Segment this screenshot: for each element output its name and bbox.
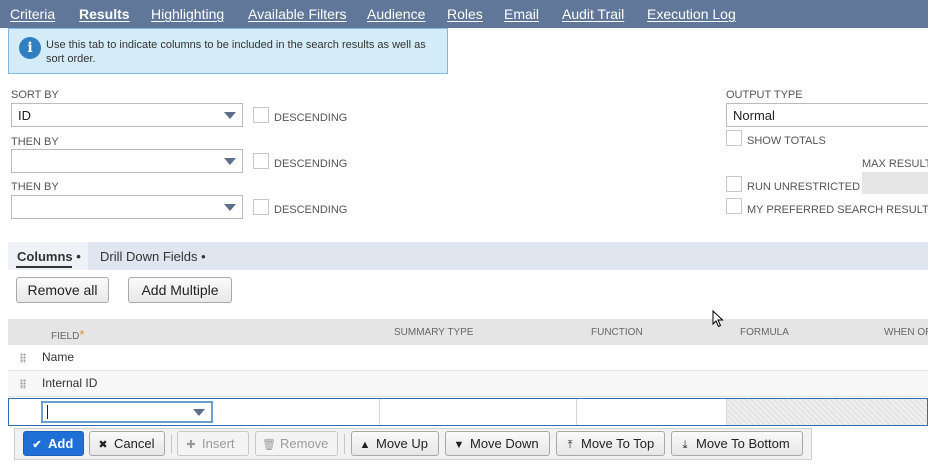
- then-by-select-1[interactable]: [11, 149, 243, 173]
- move-to-bottom-button[interactable]: ⤓ Move To Bottom: [671, 431, 803, 456]
- edit-cell-formula-disabled: [727, 399, 927, 425]
- chevron-down-icon: [193, 409, 205, 416]
- toolbar-divider: [171, 434, 172, 454]
- move-to-bottom-icon: ⤓: [682, 439, 688, 451]
- sort-by-value: ID: [18, 108, 31, 123]
- info-banner-text: Use this tab to indicate columns to be i…: [46, 39, 426, 65]
- sort-by-label: SORT BY: [11, 89, 59, 101]
- field-select[interactable]: [41, 401, 213, 423]
- arrow-down-icon: ▼: [453, 439, 465, 451]
- column-header-function: FUNCTION: [591, 327, 643, 338]
- edit-cell-summary-type[interactable]: [380, 399, 577, 425]
- run-unrestricted-label: RUN UNRESTRICTED: [747, 181, 861, 193]
- output-type-value: Normal: [733, 108, 775, 123]
- output-type-select[interactable]: Normal: [726, 103, 928, 127]
- subtab-columns[interactable]: Columns •: [17, 249, 81, 264]
- chevron-down-icon: [224, 112, 236, 119]
- descending-label-3: DESCENDING: [274, 204, 348, 216]
- then-by-label-1: THEN BY: [11, 136, 59, 148]
- tab-email[interactable]: Email: [504, 6, 539, 22]
- tab-highlighting[interactable]: Highlighting: [151, 6, 224, 22]
- toolbar-divider: [344, 434, 345, 454]
- then-by-label-2: THEN BY: [11, 181, 59, 193]
- column-header-field: FIELD*: [51, 327, 85, 342]
- chevron-down-icon: [224, 204, 236, 211]
- info-icon: i: [19, 37, 41, 59]
- preferred-results-label: MY PREFERRED SEARCH RESULTS: [747, 204, 928, 216]
- descending-checkbox-2[interactable]: [253, 153, 269, 169]
- preferred-results-checkbox[interactable]: [726, 198, 742, 214]
- move-to-top-icon: ⤒: [567, 439, 573, 451]
- descending-label-1: DESCENDING: [274, 112, 348, 124]
- insert-button[interactable]: ✚ Insert: [177, 431, 249, 456]
- descending-checkbox-3[interactable]: [253, 199, 269, 215]
- table-row[interactable]: [8, 345, 928, 371]
- add-button[interactable]: ✔ Add: [23, 431, 84, 456]
- sort-by-select[interactable]: ID: [11, 103, 243, 127]
- arrow-up-icon: ▲: [359, 439, 371, 451]
- text-cursor: [47, 405, 48, 419]
- max-results-label: MAX RESULT: [862, 158, 928, 170]
- show-totals-label: SHOW TOTALS: [747, 135, 826, 147]
- subtab-drill-down-fields[interactable]: Drill Down Fields •: [100, 249, 206, 264]
- remove-all-button[interactable]: Remove all: [16, 277, 109, 303]
- field-cell: Internal ID: [42, 376, 98, 390]
- column-header-summary-type: SUMMARY TYPE: [394, 327, 474, 338]
- move-to-top-button[interactable]: ⤒ Move To Top: [556, 431, 665, 456]
- column-header-when-ordered: WHEN OR: [884, 327, 928, 338]
- field-cell: Name: [42, 350, 75, 364]
- then-by-select-2[interactable]: [11, 195, 243, 219]
- run-unrestricted-checkbox[interactable]: [726, 176, 742, 192]
- descending-checkbox-1[interactable]: [253, 107, 269, 123]
- output-type-label: OUTPUT TYPE: [726, 89, 803, 101]
- drag-handle-icon[interactable]: [20, 353, 26, 363]
- subtab-active-indicator: [16, 266, 72, 268]
- trash-icon: 🗑: [262, 439, 276, 451]
- column-header-formula: FORMULA: [740, 327, 789, 338]
- tab-criteria[interactable]: Criteria: [10, 6, 55, 22]
- table-row[interactable]: [8, 371, 928, 397]
- descending-label-2: DESCENDING: [274, 158, 348, 170]
- close-icon: ✖: [98, 439, 108, 451]
- mouse-pointer-icon: [712, 310, 724, 328]
- drag-handle-icon[interactable]: [20, 379, 26, 389]
- plus-icon: ✚: [186, 439, 196, 451]
- tab-audience[interactable]: Audience: [367, 6, 425, 22]
- tab-roles[interactable]: Roles: [447, 6, 483, 22]
- tab-available-filters[interactable]: Available Filters: [248, 6, 347, 22]
- show-totals-checkbox[interactable]: [726, 130, 742, 146]
- add-multiple-button[interactable]: Add Multiple: [128, 277, 232, 303]
- info-banner: i Use this tab to indicate columns to be…: [8, 28, 448, 74]
- tab-audit-trail[interactable]: Audit Trail: [562, 6, 624, 22]
- move-down-button[interactable]: ▼ Move Down: [445, 431, 550, 456]
- search-tab-bar: Criteria Results Highlighting Available …: [0, 0, 928, 28]
- check-icon: ✔: [32, 439, 42, 451]
- tab-execution-log[interactable]: Execution Log: [647, 6, 736, 22]
- tab-results[interactable]: Results: [79, 6, 130, 22]
- cancel-button[interactable]: ✖ Cancel: [89, 431, 165, 456]
- chevron-down-icon: [224, 158, 236, 165]
- max-results-field[interactable]: [862, 172, 928, 194]
- move-up-button[interactable]: ▲ Move Up: [351, 431, 439, 456]
- remove-button[interactable]: 🗑 Remove: [255, 431, 338, 456]
- edit-cell-function[interactable]: [577, 399, 727, 425]
